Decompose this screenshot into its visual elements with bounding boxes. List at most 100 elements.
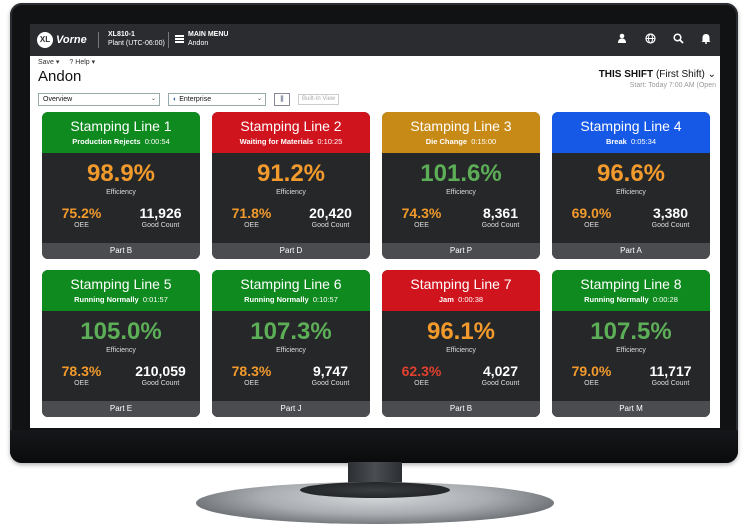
- line-status: Jam 0:00:38: [382, 295, 540, 304]
- status-text: Break: [605, 137, 627, 146]
- tile-header: Stamping Line 8 Running Normally 0:00:28: [552, 270, 710, 311]
- efficiency-label: Efficiency: [276, 347, 306, 354]
- status-text: Running Normally: [74, 295, 139, 304]
- oee-value: 74.3%: [401, 205, 442, 221]
- good-count-metric: 210,059 Good Count: [121, 363, 200, 387]
- line-tile[interactable]: Stamping Line 3 Die Change 0:15:00 101.6…: [382, 112, 540, 259]
- oee-label: OEE: [584, 380, 599, 387]
- line-name: Stamping Line 8: [580, 276, 682, 292]
- logo-mark: XL: [37, 32, 53, 48]
- oee-value: 75.2%: [61, 205, 102, 221]
- tile-header: Stamping Line 3 Die Change 0:15:00: [382, 112, 540, 153]
- help-button[interactable]: ? Help ▾: [69, 58, 95, 66]
- save-button[interactable]: Save ▾: [38, 58, 59, 66]
- oee-metric: 78.3% OEE: [212, 363, 291, 387]
- status-duration: 0:05:34: [631, 137, 657, 146]
- user-icon[interactable]: [616, 33, 628, 47]
- chevron-down-icon: ⌄: [256, 96, 262, 102]
- globe-icon[interactable]: [644, 33, 656, 47]
- line-tile[interactable]: Stamping Line 8 Running Normally 0:00:28…: [552, 270, 710, 417]
- oee-label: OEE: [414, 222, 429, 229]
- good-count-value: 3,380: [652, 205, 689, 221]
- good-count-metric: 11,717 Good Count: [631, 363, 710, 387]
- oee-metric: 71.8% OEE: [212, 205, 291, 229]
- efficiency-value: 107.3%: [250, 318, 332, 345]
- oee-label: OEE: [74, 380, 89, 387]
- efficiency-label: Efficiency: [106, 189, 136, 196]
- oee-metric: 62.3% OEE: [382, 363, 461, 387]
- good-count-value: 8,361: [482, 205, 519, 221]
- tile-metrics: 74.3% OEE 8,361 Good Count: [382, 205, 540, 229]
- line-tile[interactable]: Stamping Line 7 Jam 0:00:38 96.1% Effici…: [382, 270, 540, 417]
- line-tile[interactable]: Stamping Line 1 Production Rejects 0:00:…: [42, 112, 200, 259]
- oee-metric: 74.3% OEE: [382, 205, 461, 229]
- status-duration: 0:01:57: [142, 295, 168, 304]
- efficiency-value: 96.1%: [426, 318, 496, 345]
- line-status: Running Normally 0:01:57: [42, 295, 200, 304]
- part-label: Part M: [552, 401, 710, 417]
- good-count-label: Good Count: [481, 222, 520, 229]
- top-bar: XL Vorne XL810-1 Plant (UTC-06:00) MAIN …: [30, 24, 720, 56]
- shift-selector[interactable]: THIS SHIFT (First Shift) ⌄: [599, 69, 716, 80]
- toolbar: Save ▾ ? Help ▾: [38, 58, 95, 66]
- screen: XL Vorne XL810-1 Plant (UTC-06:00) MAIN …: [30, 24, 720, 428]
- line-status: Break 0:05:34: [552, 137, 710, 146]
- good-count-label: Good Count: [141, 380, 180, 387]
- part-label: Part D: [212, 243, 370, 259]
- main-menu-current: Andon: [188, 40, 209, 47]
- main-menu-title: MAIN MENU: [188, 31, 229, 38]
- oee-value: 78.3%: [61, 363, 102, 379]
- filter-bar: Overview ⌄ ◐ Enterprise ⌄ ⫼ Built-In Vie…: [38, 93, 340, 106]
- oee-label: OEE: [584, 222, 599, 229]
- top-icons: [616, 33, 712, 47]
- main-menu-button[interactable]: MAIN MENU Andon: [188, 30, 228, 48]
- enterprise-icon: ◐: [173, 96, 178, 103]
- line-tile[interactable]: Stamping Line 4 Break 0:05:34 96.6% Effi…: [552, 112, 710, 259]
- tile-metrics: 71.8% OEE 20,420 Good Count: [212, 205, 370, 229]
- line-name: Stamping Line 6: [240, 276, 342, 292]
- tile-header: Stamping Line 1 Production Rejects 0:00:…: [42, 112, 200, 153]
- view-select[interactable]: Overview ⌄: [38, 93, 160, 106]
- oee-value: 69.0%: [571, 205, 612, 221]
- line-tile[interactable]: Stamping Line 5 Running Normally 0:01:57…: [42, 270, 200, 417]
- line-tile[interactable]: Stamping Line 2 Waiting for Materials 0:…: [212, 112, 370, 259]
- good-count-value: 210,059: [135, 363, 186, 379]
- bell-icon[interactable]: [700, 33, 712, 47]
- line-status: Running Normally 0:10:57: [212, 295, 370, 304]
- status-text: Running Normally: [244, 295, 309, 304]
- hamburger-menu-icon[interactable]: [175, 35, 184, 43]
- status-text: Jam: [438, 295, 454, 304]
- line-name: Stamping Line 1: [70, 118, 172, 134]
- view-select-value: Overview: [43, 96, 73, 103]
- line-tile[interactable]: Stamping Line 6 Running Normally 0:10:57…: [212, 270, 370, 417]
- efficiency-value: 101.6%: [420, 160, 502, 187]
- good-count-value: 11,717: [649, 363, 692, 379]
- good-count-label: Good Count: [651, 380, 690, 387]
- device-info[interactable]: XL810-1 Plant (UTC-06:00): [108, 30, 165, 48]
- part-label: Part A: [552, 243, 710, 259]
- oee-label: OEE: [74, 222, 89, 229]
- line-status: Running Normally 0:00:28: [552, 295, 710, 304]
- good-count-label: Good Count: [141, 222, 180, 229]
- tile-metrics: 78.3% OEE 210,059 Good Count: [42, 363, 200, 387]
- chevron-down-icon: ⌄: [150, 96, 156, 102]
- built-in-view-button[interactable]: Built-In View: [298, 94, 340, 105]
- shift-detail: (First Shift): [655, 69, 705, 80]
- oee-value: 62.3%: [401, 363, 442, 379]
- scope-select[interactable]: ◐ Enterprise ⌄: [168, 93, 266, 106]
- good-count-label: Good Count: [311, 222, 350, 229]
- part-label: Part B: [382, 401, 540, 417]
- tile-metrics: 75.2% OEE 11,926 Good Count: [42, 205, 200, 229]
- part-label: Part J: [212, 401, 370, 417]
- efficiency-label: Efficiency: [616, 347, 646, 354]
- line-name: Stamping Line 2: [240, 118, 342, 134]
- tile-metrics: 62.3% OEE 4,027 Good Count: [382, 363, 540, 387]
- efficiency-value: 91.2%: [256, 160, 326, 187]
- monitor-chin: [10, 430, 738, 463]
- good-count-value: 4,027: [482, 363, 519, 379]
- columns-view-button[interactable]: ⫼: [274, 93, 290, 106]
- status-duration: 0:10:25: [317, 137, 343, 146]
- vorne-logo[interactable]: XL Vorne: [37, 32, 87, 48]
- efficiency-label: Efficiency: [616, 189, 646, 196]
- search-icon[interactable]: [672, 33, 684, 47]
